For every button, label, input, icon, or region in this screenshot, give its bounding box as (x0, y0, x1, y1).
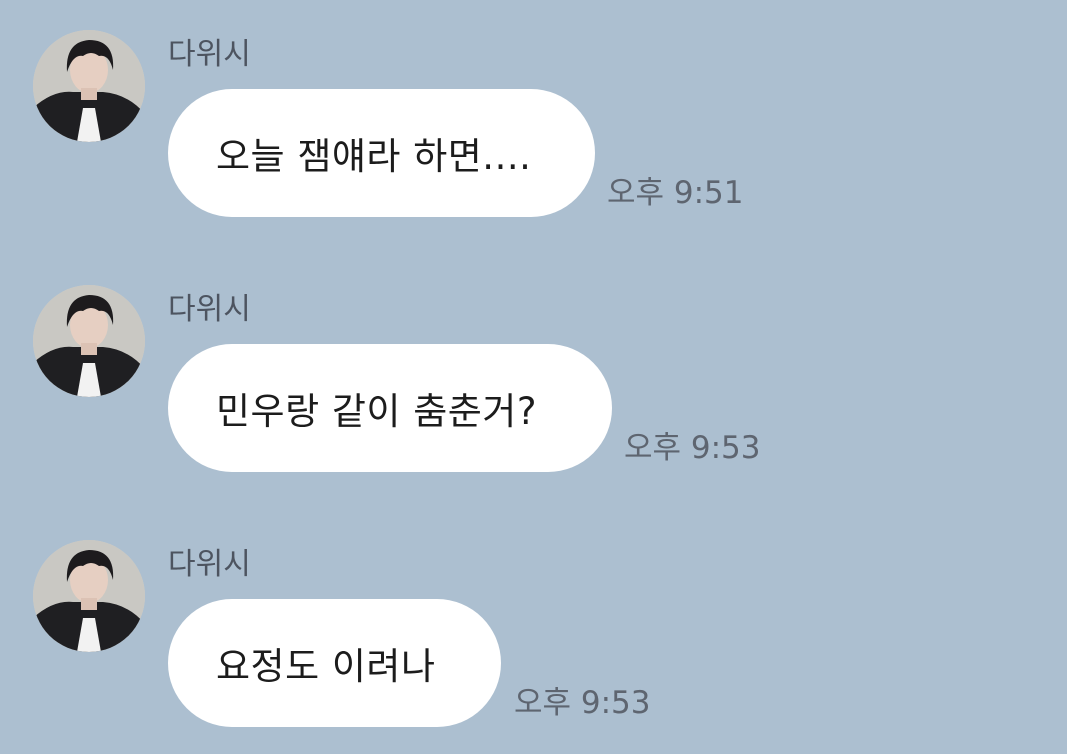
avatar[interactable] (33, 285, 145, 397)
sender-name: 다위시 (168, 547, 251, 582)
message-row: 다위시 요정도 이려나 오후 9:53 (0, 510, 1067, 730)
message-text: 요정도 이려나 (216, 645, 436, 688)
avatar[interactable] (33, 30, 145, 142)
message-time: 오후 9:53 (514, 685, 651, 721)
avatar[interactable] (33, 540, 145, 652)
message-row: 다위시 오늘 잼얘라 하면.... 오후 9:51 (0, 0, 1067, 220)
message-bubble[interactable]: 민우랑 같이 춤춘거? (168, 344, 612, 472)
message-time: 오후 9:53 (624, 430, 761, 466)
sender-name: 다위시 (168, 37, 251, 72)
message-bubble[interactable]: 요정도 이려나 (168, 599, 501, 727)
message-time: 오후 9:51 (607, 175, 744, 211)
message-text: 민우랑 같이 춤춘거? (216, 390, 537, 433)
message-row: 다위시 민우랑 같이 춤춘거? 오후 9:53 (0, 255, 1067, 475)
message-text: 오늘 잼얘라 하면.... (216, 135, 532, 178)
message-bubble[interactable]: 오늘 잼얘라 하면.... (168, 89, 595, 217)
chat-room: 다위시 오늘 잼얘라 하면.... 오후 9:51 다위시 민우랑 같이 춤춘거… (0, 0, 1067, 754)
sender-name: 다위시 (168, 292, 251, 327)
